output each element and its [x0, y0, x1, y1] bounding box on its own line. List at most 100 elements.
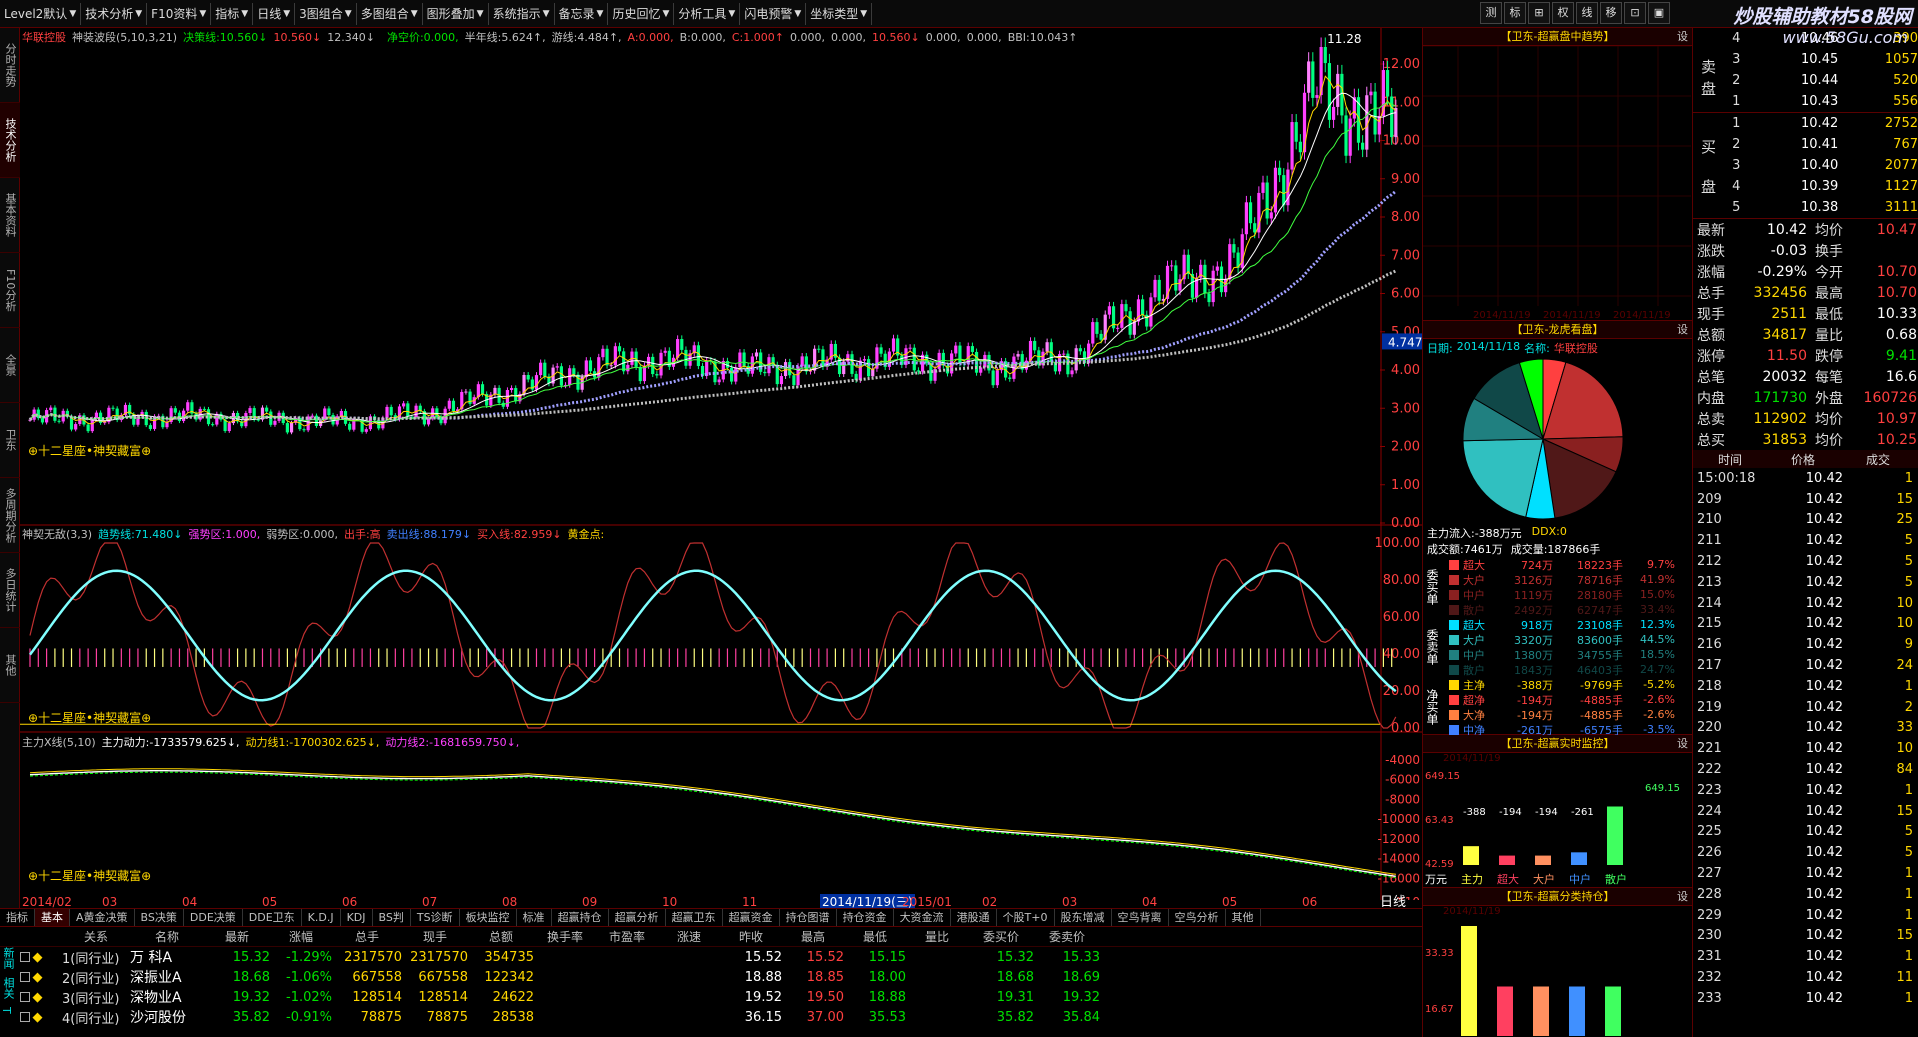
menu-item[interactable]: 备忘录 ▼ — [555, 2, 609, 25]
left-tab[interactable]: 多日统计 — [0, 553, 20, 628]
menu-item[interactable]: 3图组合 ▼ — [295, 2, 357, 25]
row-checkbox[interactable] — [19, 971, 30, 982]
toolbar-button[interactable]: 标 — [1504, 2, 1526, 24]
table-header-cell[interactable]: 换手率 — [534, 928, 596, 945]
menu-item[interactable]: 多图组合 ▼ — [357, 2, 423, 25]
table-header-cell[interactable]: 市盈率 — [596, 928, 658, 945]
bottom-tab[interactable]: DDE决策 — [184, 909, 243, 926]
row-checkbox[interactable] — [19, 951, 30, 962]
bottom-tab[interactable]: 空鸟背离 — [1112, 909, 1169, 926]
bottom-tab[interactable]: 股东增减 — [1055, 909, 1112, 926]
left-tab[interactable]: 卫东 — [0, 403, 20, 478]
menu-item[interactable]: 坐标类型 ▼ — [806, 2, 873, 25]
ask-row[interactable]: 1 10.43 556 — [1693, 91, 1918, 112]
bottom-tab[interactable]: 标准 — [517, 909, 552, 926]
toolbar-button[interactable]: ⊞ — [1528, 2, 1550, 24]
table-row[interactable]: ◆ 4(同行业) 沙河股份 35.82 -0.91% 78875 78875 28538 36.… — [0, 1007, 1422, 1027]
menu-item[interactable]: F10资料 ▼ — [147, 2, 212, 25]
toolbar-button[interactable]: 移 — [1600, 2, 1622, 24]
bottom-tab[interactable]: 基本 — [35, 909, 70, 926]
table-header-cell[interactable]: 量比 — [906, 928, 968, 945]
table-header-cell[interactable]: 最新 — [204, 928, 270, 945]
settings-button[interactable]: 设 — [1677, 735, 1688, 753]
side-tab[interactable]: T — [0, 1007, 13, 1037]
bottom-tab[interactable]: 超赢持仓 — [552, 909, 609, 926]
bottom-tab[interactable]: 超赢卫东 — [666, 909, 723, 926]
bottom-tab[interactable]: BS决策 — [135, 909, 184, 926]
bottom-tab[interactable]: A黄金决策 — [70, 909, 135, 926]
left-tab[interactable]: 分时走势 — [0, 28, 20, 103]
table-header-cell[interactable]: 昨收 — [720, 928, 782, 945]
bottom-tab[interactable]: 其他 — [1226, 909, 1261, 926]
left-tab[interactable]: 基本资料 — [0, 178, 20, 253]
table-header-cell[interactable]: 关系 — [62, 928, 130, 945]
menu-item[interactable]: 系统指示 ▼ — [489, 2, 555, 25]
ask-row[interactable]: 2 10.44 520 — [1693, 70, 1918, 91]
bottom-tab[interactable]: 持仓图谱 — [780, 909, 837, 926]
settings-button[interactable]: 设 — [1677, 321, 1688, 339]
side-tab[interactable]: 新闻 — [0, 947, 16, 977]
toolbar-button[interactable]: 权 — [1552, 2, 1574, 24]
toolbar-button[interactable]: 测 — [1480, 2, 1502, 24]
left-tab[interactable]: 多周期分析 — [0, 478, 20, 553]
period-label[interactable]: 日线 — [1380, 895, 1406, 908]
left-tab[interactable]: F10分析 — [0, 253, 20, 328]
table-header-cell[interactable]: 委买价 — [968, 928, 1034, 945]
row-checkbox[interactable] — [19, 991, 30, 1002]
bottom-tab[interactable]: 指标 — [0, 909, 35, 926]
bottom-tab[interactable]: BS判 — [373, 909, 411, 926]
bottom-tab[interactable]: 空鸟分析 — [1169, 909, 1226, 926]
bottom-tab[interactable]: 超赢资金 — [723, 909, 780, 926]
bottom-tab[interactable]: 个股T+0 — [997, 909, 1055, 926]
menu-item[interactable]: 历史回忆 ▼ — [608, 2, 675, 25]
kline-chart[interactable]: 12.0011.0010.009.008.007.006.005.004.003… — [20, 28, 1422, 908]
left-tab[interactable]: 全景 — [0, 328, 20, 403]
chart-area[interactable]: 12.00 11.00 10.00 9.00 8.00 7.00 6.00 5.00 4.00 3… — [20, 28, 1422, 908]
bottom-tab[interactable]: DDE卫东 — [243, 909, 302, 926]
ask-row[interactable]: 3 10.45 1057 — [1693, 49, 1918, 70]
toolbar-button[interactable]: ▣ — [1648, 2, 1670, 24]
settings-button[interactable]: 设 — [1677, 28, 1688, 46]
menu-item[interactable]: 日线 ▼ — [253, 2, 296, 25]
bottom-tab[interactable]: K.D.J — [302, 909, 341, 926]
table-header-cell[interactable]: 总手 — [332, 928, 402, 945]
bid-row[interactable]: 1 10.42 2752 — [1693, 113, 1918, 134]
bid-row[interactable]: 4 10.39 1127 — [1693, 176, 1918, 197]
row-checkbox[interactable] — [19, 1011, 30, 1022]
table-header-cell[interactable]: 涨幅 — [270, 928, 332, 945]
left-tab[interactable]: 其他 — [0, 628, 20, 703]
bid-row[interactable]: 3 10.40 2077 — [1693, 155, 1918, 176]
bid-row[interactable]: 5 10.38 3111 — [1693, 197, 1918, 218]
table-row[interactable]: ◆ 1(同行业) 万 科A 15.32 -1.29% 2317570 2317570 3547… — [0, 947, 1422, 967]
menu-item[interactable]: 指标 ▼ — [211, 2, 254, 25]
menu-item[interactable]: 图形叠加 ▼ — [423, 2, 489, 25]
bid-row[interactable]: 2 10.41 767 — [1693, 134, 1918, 155]
table-header-cell[interactable]: 最低 — [844, 928, 906, 945]
date-value: 2014/11/18 — [1456, 340, 1521, 353]
bottom-tab[interactable]: 大资金流 — [894, 909, 951, 926]
table-header-cell[interactable]: 委卖价 — [1034, 928, 1100, 945]
table-header-cell[interactable]: 总额 — [468, 928, 534, 945]
bottom-tab[interactable]: 港股通 — [951, 909, 997, 926]
left-tab[interactable]: 技术分析 — [0, 103, 20, 178]
bottom-tab[interactable]: TS诊断 — [411, 909, 460, 926]
menu-item[interactable]: 技术分析 ▼ — [81, 2, 148, 25]
axis-tick-label: 100.00 — [1375, 536, 1421, 551]
table-row[interactable]: ◆ 3(同行业) 深物业A 19.32 -1.02% 128514 128514 24622 1… — [0, 987, 1422, 1007]
table-row[interactable]: ◆ 2(同行业) 深振业A 18.68 -1.06% 667558 667558 122342… — [0, 967, 1422, 987]
bottom-tab[interactable]: 超赢分析 — [609, 909, 666, 926]
table-header-cell[interactable]: 名称 — [130, 928, 204, 945]
side-tab[interactable]: 相关 — [0, 977, 16, 1007]
bottom-tab[interactable]: 板块监控 — [460, 909, 517, 926]
toolbar-button[interactable]: ⊡ — [1624, 2, 1646, 24]
table-header-cell[interactable]: 涨速 — [658, 928, 720, 945]
bottom-tab[interactable]: KDJ — [341, 909, 373, 926]
table-header-cell[interactable]: 最高 — [782, 928, 844, 945]
bottom-tab[interactable]: 持仓资金 — [837, 909, 894, 926]
menu-item[interactable]: 分析工具 ▼ — [674, 2, 741, 25]
menu-item[interactable]: 闪电预警 ▼ — [740, 2, 807, 25]
table-header-cell[interactable]: 现手 — [402, 928, 468, 945]
toolbar-button[interactable]: 线 — [1576, 2, 1598, 24]
settings-button[interactable]: 设 — [1677, 888, 1688, 906]
menu-item[interactable]: Level2默认 ▼ — [0, 2, 82, 25]
